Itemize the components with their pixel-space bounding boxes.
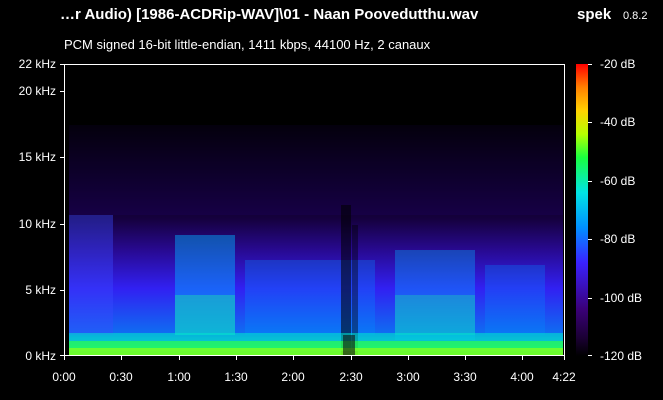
file-title: …r Audio) [1986-ACDRip-WAV]\01 - Naan Po…: [60, 6, 479, 23]
x-label-2-00: 2:00: [281, 370, 305, 384]
y-label-0khz: 0 kHz: [25, 349, 56, 363]
x-label-1-00: 1:00: [167, 370, 191, 384]
app-name: spek: [577, 6, 612, 23]
y-label-20khz: 20 kHz: [18, 84, 56, 98]
y-tick: [60, 224, 64, 225]
y-label-22khz: 22 kHz: [18, 57, 56, 71]
y-tick: [60, 157, 64, 158]
db-label-minus-40: -40 dB: [600, 115, 636, 129]
app-version: 0.8.2: [623, 10, 648, 22]
y-tick: [60, 290, 64, 291]
db-tick: [588, 181, 592, 182]
audio-info: PCM signed 16-bit little-endian, 1411 kb…: [64, 37, 431, 52]
db-label-minus-60: -60 dB: [600, 174, 636, 188]
x-label-0-30: 0:30: [109, 370, 133, 384]
x-label-2-30: 2:30: [339, 370, 363, 384]
x-tick: [179, 356, 180, 360]
x-tick: [293, 356, 294, 360]
x-tick: [465, 356, 466, 360]
spectrogram-image: [69, 105, 563, 355]
y-tick: [60, 91, 64, 92]
db-label-minus-80: -80 dB: [600, 232, 636, 246]
y-label-10khz: 10 kHz: [18, 217, 56, 231]
y-tick: [60, 64, 64, 65]
x-label-3-00: 3:00: [396, 370, 420, 384]
x-tick: [408, 356, 409, 360]
x-tick: [236, 356, 237, 360]
x-label-3-30: 3:30: [453, 370, 477, 384]
x-tick: [64, 356, 65, 360]
y-label-15khz: 15 kHz: [18, 150, 56, 164]
db-tick: [588, 122, 592, 123]
db-tick: [588, 355, 592, 356]
spectrogram-plot[interactable]: [64, 64, 565, 356]
db-label-minus-20: -20 dB: [600, 57, 636, 71]
x-tick: [564, 356, 565, 360]
db-tick: [588, 298, 592, 299]
x-tick: [522, 356, 523, 360]
y-label-5khz: 5 kHz: [25, 283, 56, 297]
db-tick: [588, 64, 592, 65]
db-color-scale: [576, 64, 588, 356]
db-label-minus-120: -120 dB: [600, 349, 643, 363]
x-label-1-30: 1:30: [224, 370, 248, 384]
x-label-0-00: 0:00: [52, 370, 76, 384]
db-tick: [588, 239, 592, 240]
x-label-4-22: 4:22: [552, 370, 576, 384]
x-tick: [351, 356, 352, 360]
x-tick: [121, 356, 122, 360]
db-label-minus-100: -100 dB: [600, 291, 643, 305]
